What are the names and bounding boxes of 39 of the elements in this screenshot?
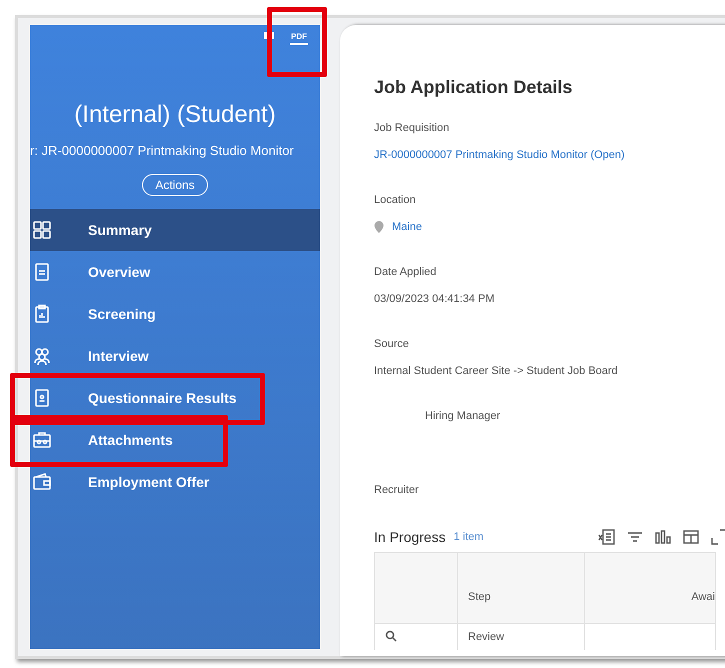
expand-icon[interactable] [710,528,725,546]
nav-item[interactable]: Screening [30,293,320,335]
bar-chart-icon[interactable] [654,528,672,546]
nav-item[interactable]: Attachments [30,419,320,461]
search-icon[interactable] [385,630,397,642]
nav-item[interactable]: Overview [30,251,320,293]
field-value: 03/09/2023 04:41:34 PM [374,293,494,305]
item-count: 1 item [454,531,484,543]
role-label: Hiring Manager [424,410,502,422]
table-icon[interactable] [682,528,700,546]
clipboard-icon [32,304,52,324]
field-value[interactable]: Maine [392,221,422,233]
applicant-title: (Internal) (Student) [73,101,277,129]
column-header: Step [458,552,584,624]
page-title: Job Application Details [374,77,574,98]
field-label: Job Requisition [374,122,450,134]
field-label: Source [374,338,410,350]
nav-item[interactable]: Interview [30,335,320,377]
role-label: Recruiter [374,484,420,496]
wallet-icon [32,472,52,492]
location-pin-icon [374,221,384,233]
spreadsheet-icon[interactable] [598,528,616,546]
nav-item[interactable]: Employment Offer [30,461,320,503]
nav-item[interactable]: Questionnaire Results [30,377,320,419]
field-label: Date Applied [374,266,438,278]
requisition-subtitle: r: JR-0000000007 Printmaking Studio Monitor [30,143,295,158]
grid-icon [32,220,52,240]
section-title: In Progress [374,529,446,545]
field-label: Location [374,194,417,206]
column-header: Awai [584,552,716,624]
actions-button[interactable]: Actions [142,174,208,196]
field-value[interactable]: JR-0000000007 Printmaking Studio Monitor (Open) [374,149,625,161]
nav-item[interactable]: Summary [30,209,320,251]
people-icon [32,346,52,366]
pdf-button[interactable]: PDF [290,29,308,45]
badge-icon [32,388,52,408]
doc-icon [32,262,52,282]
briefcase-icon [32,430,52,450]
field-value: Internal Student Career Site -> Student Job Board [374,365,618,377]
